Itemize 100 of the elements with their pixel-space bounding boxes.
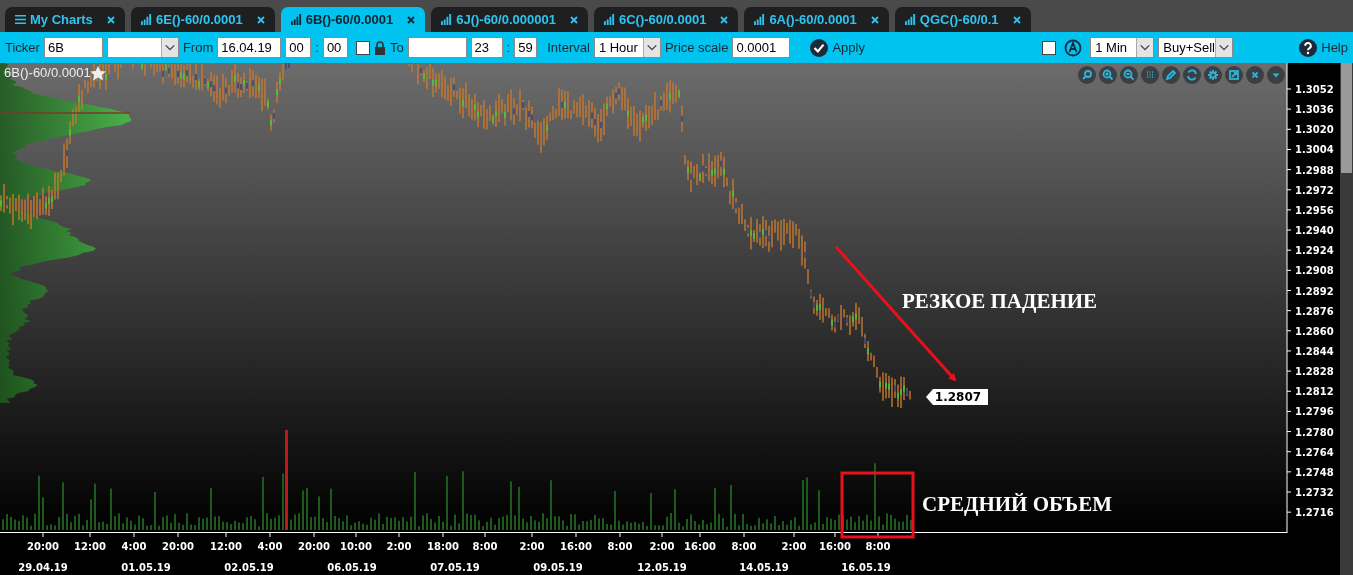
price-label: 1.2748 (1295, 466, 1334, 478)
pencil-icon[interactable] (1162, 66, 1180, 84)
date-label: 02.05.19 (224, 562, 274, 573)
price-label: 1.3020 (1295, 124, 1334, 136)
bar-chart-icon (290, 14, 302, 25)
settings-icon[interactable] (1204, 66, 1222, 84)
bar-chart-icon (141, 14, 152, 25)
refresh-icon[interactable] (1183, 66, 1201, 84)
to-date-field[interactable] (407, 37, 467, 58)
apply-button[interactable]: Apply (810, 38, 865, 57)
interval-dropdown[interactable]: 1 Hour (593, 37, 661, 58)
period-dropdown[interactable]: 1 Min (1090, 37, 1155, 58)
ticker-field[interactable]: 6B (43, 37, 103, 58)
close-icon[interactable] (870, 15, 879, 24)
minute-field[interactable]: 59 (514, 37, 538, 58)
time-separator: : (315, 40, 319, 55)
star-icon[interactable] (90, 66, 106, 81)
price-label: 1.3052 (1295, 84, 1334, 95)
time-label: 8:00 (731, 541, 757, 552)
search-icon[interactable] (1078, 66, 1096, 84)
time-label: 20:00 (27, 541, 59, 552)
help-button[interactable]: Help (1299, 38, 1348, 57)
chart-tab[interactable]: 6B()-60/0.0001 (280, 7, 426, 32)
caret-down-icon[interactable] (1267, 66, 1285, 84)
time-label: 2:00 (649, 541, 675, 552)
lock-checkbox[interactable] (355, 40, 370, 55)
chart-tab[interactable]: 6J()-60/0.000001 (431, 7, 588, 32)
time-label: 2:00 (386, 541, 412, 552)
to-label: To (389, 40, 404, 55)
side-dropdown[interactable]: Buy+Sell (1158, 37, 1234, 58)
time-label: 4:00 (257, 541, 283, 552)
chart-tab[interactable]: QGC()-60/0.1 (894, 7, 1031, 32)
date-label: 01.05.19 (121, 562, 171, 573)
bar-chart-icon (441, 14, 453, 25)
chart-tab[interactable]: 6A()-60/0.0001 (744, 7, 889, 32)
expand-icon[interactable] (1225, 66, 1243, 84)
price-label: 1.2780 (1295, 426, 1334, 438)
date-label: 07.05.19 (430, 562, 480, 573)
close-icon[interactable] (569, 15, 578, 24)
time-label: 16:00 (560, 541, 592, 552)
zoom-out-icon[interactable] (1120, 66, 1138, 84)
price-label: 1.2716 (1295, 507, 1334, 519)
caret-icon (1215, 38, 1233, 57)
date-label: 09.05.19 (533, 562, 583, 573)
time-label: 16:00 (819, 541, 851, 552)
time-label: 16:00 (684, 541, 716, 552)
close-icon[interactable] (1012, 15, 1021, 24)
close-icon[interactable] (407, 15, 416, 24)
chart-title: 6B()-60/0.0001 (4, 65, 91, 80)
auto-checkbox[interactable] (1042, 40, 1057, 55)
time-label: 2:00 (781, 541, 807, 552)
menu-icon (15, 14, 26, 25)
hour-field[interactable]: 23 (470, 37, 503, 58)
price-label: 1.2972 (1295, 184, 1334, 196)
chart-tab[interactable]: My Charts (5, 7, 125, 32)
price-scale-field[interactable]: 0.0001 (732, 37, 791, 58)
annotation-text: СРЕДНИЙ ОБЪЕМ (922, 492, 1112, 516)
scrollbar[interactable] (1340, 63, 1353, 575)
close-icon[interactable] (107, 15, 115, 24)
time-label: 12:00 (74, 541, 106, 552)
time-label: 12:00 (210, 541, 242, 552)
date-label: 16.05.19 (841, 562, 891, 573)
price-label: 1.3004 (1295, 144, 1334, 156)
chart-tab[interactable]: 6E()-60/0.0001 (131, 7, 275, 32)
price-label: 1.2940 (1295, 225, 1334, 237)
grid-icon[interactable] (1141, 66, 1159, 84)
price-label: 1.2892 (1295, 285, 1334, 297)
caret-icon (1136, 38, 1154, 57)
price-label: 1.2924 (1295, 245, 1334, 257)
ticker-label: Ticker (5, 40, 40, 55)
close-icon[interactable] (1246, 66, 1264, 84)
chart-tab[interactable]: 6C()-60/0.0001 (593, 7, 739, 32)
hour-field[interactable]: 00 (285, 37, 312, 58)
date-label: 12.05.19 (637, 562, 687, 573)
caret-icon (642, 38, 660, 57)
auto-scale-icon[interactable] (1064, 38, 1083, 57)
time-label: 20:00 (298, 541, 330, 552)
zoom-in-icon[interactable] (1099, 66, 1117, 84)
price-label: 1.2876 (1295, 305, 1334, 317)
time-label: 8:00 (472, 541, 498, 552)
date-label: 14.05.19 (739, 562, 789, 573)
bar-chart-icon (904, 14, 916, 25)
scrollbar-thumb[interactable] (1341, 63, 1352, 173)
minute-field[interactable]: 00 (322, 37, 348, 58)
interval-label: Interval (547, 40, 590, 55)
check-circle-icon (810, 38, 829, 57)
price-label: 1.2764 (1295, 446, 1334, 458)
close-icon[interactable] (256, 15, 265, 24)
price-label: 1.2844 (1295, 345, 1334, 357)
close-icon[interactable] (720, 15, 729, 24)
price-label: 1.2860 (1295, 325, 1334, 337)
price-label: 1.3036 (1295, 104, 1334, 116)
time-label: 4:00 (121, 541, 147, 552)
time-label: 20:00 (162, 541, 194, 552)
ticker-dropdown[interactable] (106, 37, 179, 58)
bar-chart-icon (754, 14, 766, 25)
from-date-field[interactable]: 16.04.19 (217, 37, 282, 58)
time-label: 8:00 (607, 541, 633, 552)
price-label: 1.2796 (1295, 406, 1334, 418)
last-price-tag: 1.2807 (926, 389, 988, 405)
